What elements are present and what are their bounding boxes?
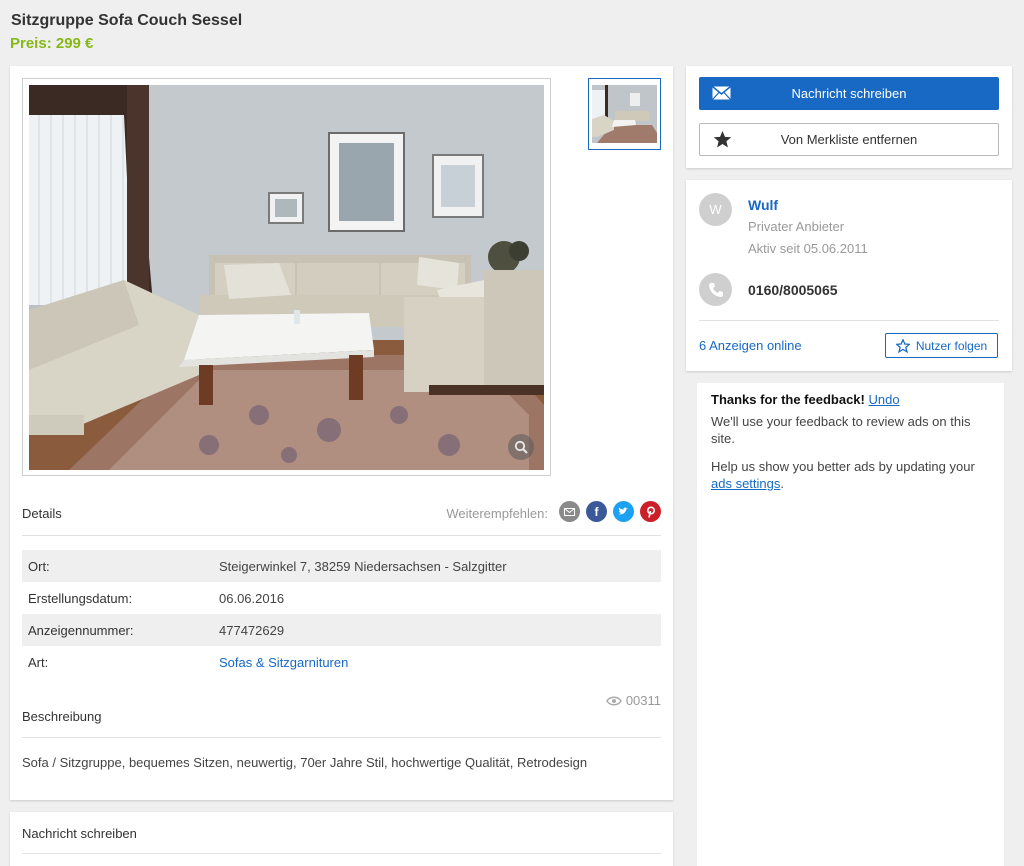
ad-feedback-help: Help us show you better ads by updating … bbox=[711, 458, 996, 492]
details-row: Erstellungsdatum: 06.06.2016 bbox=[22, 582, 661, 614]
magnifier-icon bbox=[514, 440, 528, 454]
share-icons: f bbox=[559, 501, 661, 522]
details-value: 477472629 bbox=[219, 622, 285, 638]
zoom-button[interactable] bbox=[508, 434, 534, 460]
action-card: Nachricht schreiben Von Merkliste entfer… bbox=[686, 66, 1012, 168]
email-share-icon[interactable] bbox=[559, 501, 580, 522]
twitter-icon[interactable] bbox=[613, 501, 634, 522]
details-row: Ort: Steigerwinkel 7, 38259 Niedersachse… bbox=[22, 550, 661, 582]
phone-icon bbox=[699, 273, 732, 306]
ad-settings-link[interactable]: ads settings bbox=[711, 476, 780, 491]
details-header: Details Weiterempfehlen: f bbox=[22, 501, 661, 536]
divider bbox=[22, 853, 661, 854]
write-message-label: Nachricht schreiben bbox=[791, 86, 907, 101]
phone-number[interactable]: 0160/8005065 bbox=[748, 282, 838, 298]
ad-feedback-thanks: Thanks for the feedback! Undo bbox=[711, 392, 900, 407]
ad-feedback-message: We'll use your feedback to review ads on… bbox=[711, 414, 971, 446]
description-text: Sofa / Sitzgruppe, bequemes Sitzen, neuw… bbox=[22, 755, 588, 770]
seller-ads-link[interactable]: 6 Anzeigen online bbox=[699, 338, 802, 353]
eye-icon bbox=[605, 696, 622, 705]
seller-active-since: Aktiv seit 05.06.2011 bbox=[748, 241, 868, 256]
details-row: Art: Sofas & Sitzgarnituren bbox=[22, 646, 661, 678]
details-value: 06.06.2016 bbox=[219, 590, 285, 606]
photo-thumbnail[interactable] bbox=[588, 78, 661, 150]
view-counter: 00311 bbox=[605, 693, 661, 708]
listing-card: Details Weiterempfehlen: f Ort: Steigerw… bbox=[10, 66, 673, 800]
message-section: Nachricht schreiben bbox=[10, 812, 673, 866]
write-message-button[interactable]: Nachricht schreiben bbox=[699, 77, 999, 110]
view-count: 00311 bbox=[625, 693, 661, 708]
description-heading: Beschreibung bbox=[22, 709, 661, 738]
category-link[interactable]: Sofas & Sitzgarnituren bbox=[219, 655, 348, 670]
ad-help-suffix: . bbox=[780, 476, 784, 491]
details-table: Ort: Steigerwinkel 7, 38259 Niedersachse… bbox=[22, 550, 661, 678]
remove-watchlist-button[interactable]: Von Merkliste entfernen bbox=[699, 123, 999, 156]
pinterest-icon[interactable] bbox=[640, 501, 661, 522]
details-key: Anzeigennummer: bbox=[28, 622, 134, 638]
divider bbox=[699, 320, 999, 321]
follow-user-button[interactable]: Nutzer folgen bbox=[885, 333, 998, 358]
ad-thanks-text: Thanks for the feedback! bbox=[711, 392, 865, 407]
details-key: Ort: bbox=[28, 558, 50, 574]
listing-price: Preis: 299 € bbox=[10, 35, 94, 52]
seller-card: W Wulf Privater Anbieter Aktiv seit 05.0… bbox=[686, 180, 1012, 371]
details-row: Anzeigennummer: 477472629 bbox=[22, 614, 661, 646]
envelope-icon bbox=[712, 86, 731, 100]
follow-user-label: Nutzer folgen bbox=[915, 338, 988, 353]
ad-help-text: Help us show you better ads by updating … bbox=[711, 459, 975, 474]
main-photo[interactable] bbox=[29, 85, 544, 470]
seller-name-link[interactable]: Wulf bbox=[748, 197, 778, 213]
star-icon bbox=[713, 130, 732, 148]
seller-type: Privater Anbieter bbox=[748, 219, 845, 234]
star-outline-icon bbox=[895, 338, 910, 353]
details-key: Erstellungsdatum: bbox=[28, 590, 133, 606]
share-label: Weiterempfehlen: bbox=[446, 506, 548, 521]
listing-title: Sitzgruppe Sofa Couch Sessel bbox=[11, 12, 243, 29]
facebook-icon[interactable]: f bbox=[586, 501, 607, 522]
ad-feedback-panel: Thanks for the feedback! Undo We'll use … bbox=[697, 383, 1004, 866]
details-heading: Details bbox=[22, 506, 62, 521]
remove-watchlist-label: Von Merkliste entfernen bbox=[780, 132, 918, 147]
avatar: W bbox=[699, 193, 732, 226]
details-key: Art: bbox=[28, 654, 49, 670]
main-photo-frame[interactable] bbox=[22, 78, 551, 476]
ad-undo-link[interactable]: Undo bbox=[869, 392, 900, 407]
details-value: Steigerwinkel 7, 38259 Niedersachsen - S… bbox=[219, 558, 507, 574]
message-section-heading: Nachricht schreiben bbox=[22, 826, 137, 841]
